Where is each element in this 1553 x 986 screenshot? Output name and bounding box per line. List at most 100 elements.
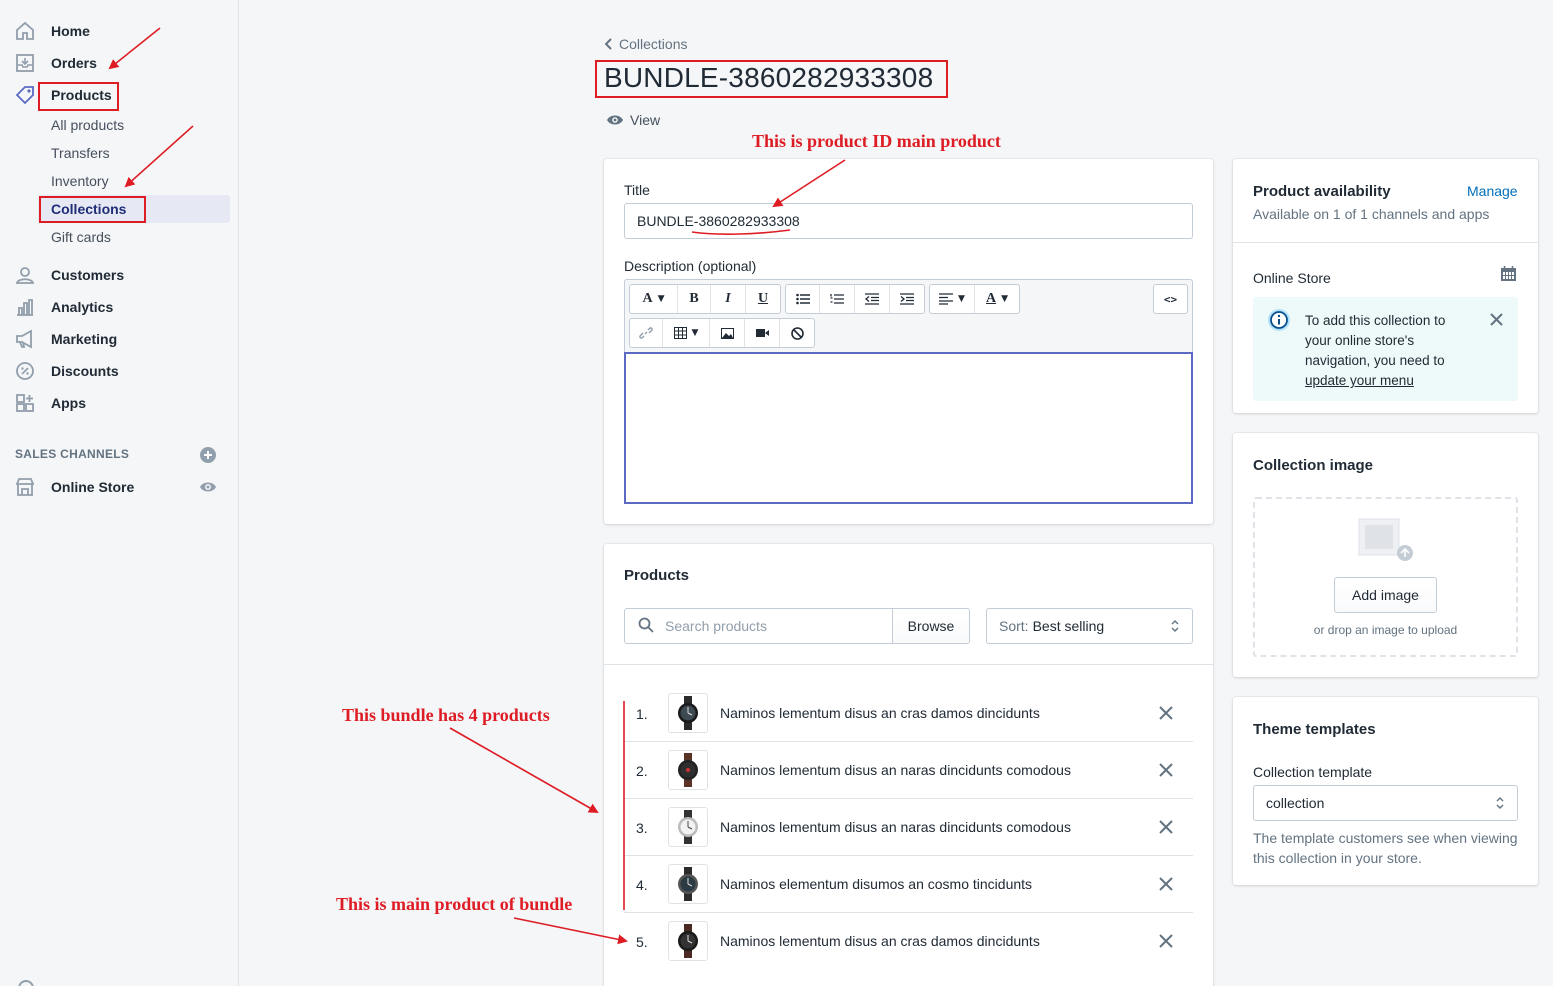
video-button[interactable] bbox=[745, 319, 780, 347]
sub-gift-cards[interactable]: Gift cards bbox=[51, 225, 111, 249]
sort-select[interactable]: Sort: Best selling bbox=[986, 608, 1193, 644]
product-thumbnail[interactable] bbox=[668, 807, 708, 847]
breadcrumb[interactable]: Collections bbox=[605, 36, 687, 52]
product-thumbnail[interactable] bbox=[668, 921, 708, 961]
align-button[interactable]: ▼ bbox=[930, 285, 975, 313]
outdent-button[interactable] bbox=[855, 285, 890, 313]
product-name[interactable]: Naminos elementum disumos an cosmo tinci… bbox=[720, 876, 1032, 892]
apps-icon bbox=[16, 394, 34, 412]
watch-image-icon bbox=[678, 696, 698, 730]
sort-caret-icon bbox=[1171, 620, 1179, 632]
table-button[interactable]: ▼ bbox=[663, 319, 710, 347]
product-thumbnail[interactable] bbox=[668, 693, 708, 733]
product-name[interactable]: Naminos lementum disus an cras damos din… bbox=[720, 705, 1040, 721]
bullet-list-button[interactable] bbox=[786, 285, 820, 313]
nav-discounts[interactable]: Discounts bbox=[0, 356, 239, 386]
html-code-button[interactable]: <> bbox=[1154, 285, 1187, 313]
arrow-to-bundle-rows bbox=[449, 727, 599, 813]
nav-analytics[interactable]: Analytics bbox=[0, 292, 239, 322]
product-name[interactable]: Naminos lementum disus an naras dincidun… bbox=[720, 762, 1071, 778]
remove-product-icon[interactable] bbox=[1158, 876, 1174, 892]
product-number: 2. bbox=[636, 763, 648, 779]
view-link[interactable]: View bbox=[606, 112, 660, 128]
indent-icon bbox=[900, 293, 914, 305]
link-button[interactable] bbox=[630, 319, 663, 347]
browse-button[interactable]: Browse bbox=[892, 608, 970, 644]
eye-icon[interactable] bbox=[199, 479, 217, 495]
sub-inventory[interactable]: Inventory bbox=[51, 169, 109, 193]
product-row: 1. Naminos lementum disus an cras damos … bbox=[624, 685, 1193, 742]
manage-link[interactable]: Manage bbox=[1467, 183, 1518, 199]
nav-home-label: Home bbox=[51, 23, 90, 39]
nav-products[interactable]: Products bbox=[0, 80, 239, 110]
toolbar-format-group: A ▼ B I U bbox=[629, 284, 781, 314]
product-number: 5. bbox=[636, 934, 648, 950]
banner-text: To add this collection to your online st… bbox=[1305, 311, 1445, 391]
toolbar-code-group: <> bbox=[1153, 284, 1188, 314]
product-row: 3. Naminos lementum disus an naras dinci… bbox=[624, 799, 1193, 856]
product-name[interactable]: Naminos lementum disus an naras dincidun… bbox=[720, 819, 1071, 835]
clear-format-icon bbox=[790, 326, 804, 340]
update-menu-link[interactable]: update your menu bbox=[1305, 371, 1445, 391]
add-image-button[interactable]: Add image bbox=[1334, 577, 1437, 613]
template-select[interactable]: collection bbox=[1253, 785, 1518, 821]
annotation-product-id: This is product ID main product bbox=[752, 131, 1001, 151]
search-placeholder: Search products bbox=[665, 618, 767, 634]
sidebar: Home Orders Products All products Transf… bbox=[0, 0, 239, 986]
image-button[interactable] bbox=[710, 319, 745, 347]
settings-icon[interactable] bbox=[16, 978, 36, 986]
product-thumbnail[interactable] bbox=[668, 750, 708, 790]
nav-customers[interactable]: Customers bbox=[0, 260, 239, 290]
highlight-products bbox=[38, 82, 119, 111]
bullet-list-icon bbox=[795, 293, 810, 305]
italic-button[interactable]: I bbox=[711, 285, 746, 313]
calendar-icon[interactable] bbox=[1500, 266, 1517, 282]
link-icon bbox=[639, 327, 653, 339]
title-input-value: BUNDLE-3860282933308 bbox=[637, 213, 800, 229]
template-label: Collection template bbox=[1253, 764, 1373, 780]
toolbar-list-group bbox=[785, 284, 925, 314]
image-dropzone[interactable]: Add image or drop an image to upload bbox=[1253, 497, 1518, 657]
add-channel-icon[interactable] bbox=[199, 446, 217, 464]
view-eye-icon bbox=[607, 115, 623, 125]
nav-marketing-label: Marketing bbox=[51, 331, 118, 347]
discounts-icon bbox=[16, 362, 34, 380]
annotation-main-product: This is main product of bundle bbox=[336, 894, 573, 914]
remove-product-icon[interactable] bbox=[1158, 933, 1174, 949]
close-icon[interactable] bbox=[1490, 313, 1503, 326]
product-name[interactable]: Naminos lementum disus an cras damos din… bbox=[720, 933, 1040, 949]
collection-image-heading: Collection image bbox=[1253, 457, 1374, 474]
sub-all-products[interactable]: All products bbox=[51, 113, 124, 137]
product-number: 4. bbox=[636, 877, 648, 893]
remove-product-icon[interactable] bbox=[1158, 762, 1174, 778]
remove-product-icon[interactable] bbox=[1158, 705, 1174, 721]
nav-home[interactable]: Home bbox=[0, 16, 239, 46]
description-editor[interactable] bbox=[624, 352, 1193, 504]
sales-channels-title: SALES CHANNELS bbox=[15, 447, 130, 461]
nav-analytics-label: Analytics bbox=[51, 299, 114, 315]
remove-product-icon[interactable] bbox=[1158, 819, 1174, 835]
underline-button[interactable]: U bbox=[746, 285, 780, 313]
indent-button[interactable] bbox=[890, 285, 924, 313]
nav-apps[interactable]: Apps bbox=[0, 388, 239, 418]
products-heading: Products bbox=[624, 567, 690, 584]
clear-format-button[interactable] bbox=[780, 319, 814, 347]
nav-orders-label: Orders bbox=[51, 55, 97, 71]
nav-discounts-label: Discounts bbox=[51, 363, 119, 379]
product-number: 3. bbox=[636, 820, 648, 836]
product-thumbnail[interactable] bbox=[668, 864, 708, 904]
breadcrumb-label: Collections bbox=[619, 36, 688, 52]
table-icon bbox=[673, 327, 687, 339]
nav-orders[interactable]: Orders bbox=[0, 48, 239, 78]
font-format-button[interactable]: A ▼ bbox=[630, 285, 678, 313]
highlight-collections bbox=[39, 196, 146, 223]
nav-marketing[interactable]: Marketing bbox=[0, 324, 239, 354]
search-products-input[interactable]: Search products bbox=[624, 608, 894, 644]
title-input[interactable]: BUNDLE-3860282933308 bbox=[624, 203, 1193, 239]
text-color-button[interactable]: A ▼ bbox=[975, 285, 1019, 313]
nav-customers-label: Customers bbox=[51, 267, 125, 283]
numbered-list-button[interactable] bbox=[820, 285, 855, 313]
sub-transfers[interactable]: Transfers bbox=[51, 141, 110, 165]
numbered-list-icon bbox=[830, 294, 844, 304]
bold-button[interactable]: B bbox=[678, 285, 711, 313]
